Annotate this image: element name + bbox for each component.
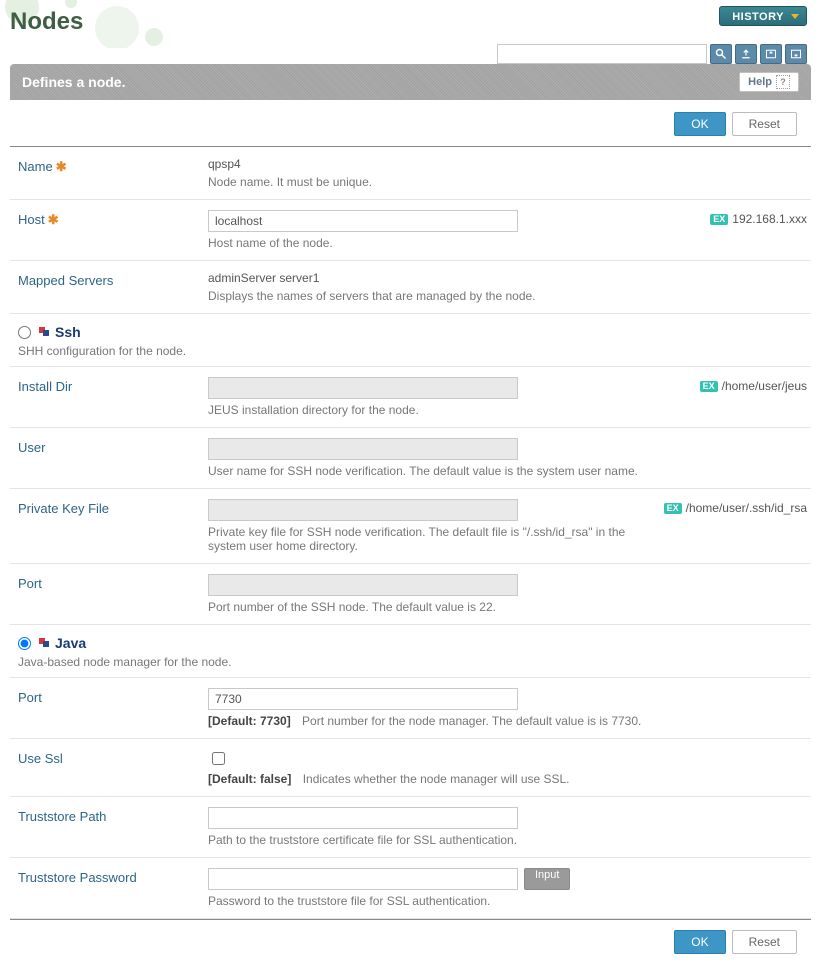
group-java: Java Java-based node manager for the nod… (10, 625, 811, 678)
ex-badge: EX (664, 503, 682, 514)
hint-host-text: 192.168.1.xxx (732, 212, 807, 226)
export-icon[interactable] (735, 44, 757, 64)
page-title: Nodes (10, 8, 83, 36)
row-host: Host✱ Host name of the node. EX 192.168.… (10, 200, 811, 261)
ok-button[interactable]: OK (674, 112, 725, 136)
desc-tspath: Path to the truststore certificate file … (208, 833, 807, 847)
action-row-bottom: OK Reset (10, 919, 811, 964)
label-user: User (18, 438, 208, 455)
desc-user: User name for SSH node verification. The… (208, 464, 807, 478)
ssh-fields: Install Dir JEUS installation directory … (10, 367, 811, 625)
tspwd-input-button[interactable]: Input (524, 868, 570, 890)
group-java-title: Java (55, 635, 86, 651)
help-button-label: Help (748, 76, 772, 88)
required-icon: ✱ (56, 159, 67, 174)
desc-name: Node name. It must be unique. (208, 175, 807, 189)
group-ssh-title: Ssh (55, 324, 81, 340)
row-usessl: Use Ssl [Default: false] Indicates wheth… (10, 739, 811, 797)
row-user: User User name for SSH node verification… (10, 428, 811, 489)
ex-badge: EX (710, 214, 728, 225)
label-mapped: Mapped Servers (18, 271, 208, 288)
search-icon[interactable] (710, 44, 732, 64)
label-usessl: Use Ssl (18, 749, 208, 766)
section-title-text: Defines a node. (22, 74, 125, 90)
javaport-default: [Default: 7730] (208, 714, 291, 728)
label-sshport: Port (18, 574, 208, 591)
usessl-default: [Default: false] (208, 772, 291, 786)
section-title-bar: Defines a node. Help (10, 64, 811, 100)
row-pkey: Private Key File Private key file for SS… (10, 489, 811, 564)
search-input[interactable] (497, 44, 707, 64)
label-installdir: Install Dir (18, 377, 208, 394)
ok-button-bottom[interactable]: OK (674, 930, 725, 954)
row-installdir: Install Dir JEUS installation directory … (10, 367, 811, 428)
desc-tspwd: Password to the truststore file for SSL … (208, 894, 807, 908)
desc-sshport: Port number of the SSH node. The default… (208, 600, 807, 614)
page-header: Nodes HISTORY (0, 0, 821, 60)
desc-pkey: Private key file for SSH node verificati… (208, 525, 656, 553)
ex-badge: EX (700, 381, 718, 392)
reset-button-bottom[interactable]: Reset (732, 930, 797, 954)
row-javaport: Port [Default: 7730] Port number for the… (10, 678, 811, 739)
javaport-input[interactable] (208, 688, 518, 710)
ssh-radio[interactable] (18, 326, 31, 339)
label-tspwd: Truststore Password (18, 868, 208, 885)
label-javaport: Port (18, 688, 208, 705)
hint-installdir-text: /home/user/jeus (722, 379, 807, 393)
xml-export-icon[interactable] (760, 44, 782, 64)
hint-pkey-text: /home/user/.ssh/id_rsa (686, 501, 807, 515)
label-pkey: Private Key File (18, 499, 208, 516)
action-row-top: OK Reset (10, 100, 811, 147)
group-flag-icon (39, 327, 49, 337)
group-flag-icon (39, 638, 49, 648)
tspath-input[interactable] (208, 807, 518, 829)
label-host: Host (18, 212, 45, 227)
row-sshport: Port Port number of the SSH node. The de… (10, 564, 811, 625)
desc-host: Host name of the node. (208, 236, 702, 250)
row-mapped: Mapped Servers adminServer server1 Displ… (10, 261, 811, 314)
basic-fields: Name✱ qpsp4 Node name. It must be unique… (10, 147, 811, 314)
row-name: Name✱ qpsp4 Node name. It must be unique… (10, 147, 811, 200)
group-java-desc: Java-based node manager for the node. (18, 655, 807, 669)
label-tspath: Truststore Path (18, 807, 208, 824)
sshport-input (208, 574, 518, 596)
installdir-input (208, 377, 518, 399)
java-radio[interactable] (18, 637, 31, 650)
desc-mapped: Displays the names of servers that are m… (208, 289, 807, 303)
history-button[interactable]: HISTORY (719, 6, 807, 26)
row-tspwd: Truststore Password Input Password to th… (10, 858, 811, 919)
host-input[interactable] (208, 210, 518, 232)
help-button[interactable]: Help (739, 72, 799, 92)
desc-usessl: Indicates whether the node manager will … (303, 772, 570, 786)
desc-installdir: JEUS installation directory for the node… (208, 403, 692, 417)
usessl-checkbox[interactable] (212, 752, 225, 765)
row-tspath: Truststore Path Path to the truststore c… (10, 797, 811, 858)
tspwd-input[interactable] (208, 868, 518, 890)
group-ssh: Ssh SHH configuration for the node. (10, 314, 811, 367)
desc-javaport: Port number for the node manager. The de… (302, 714, 641, 728)
value-mapped: adminServer server1 (208, 271, 807, 285)
value-name: qpsp4 (208, 157, 807, 171)
pkey-input (208, 499, 518, 521)
hint-installdir: EX /home/user/jeus (692, 377, 807, 393)
user-input (208, 438, 518, 460)
hint-pkey: EX /home/user/.ssh/id_rsa (656, 499, 807, 515)
xml-import-icon[interactable] (785, 44, 807, 64)
group-ssh-desc: SHH configuration for the node. (18, 344, 807, 358)
hint-host: EX 192.168.1.xxx (702, 210, 807, 226)
required-icon: ✱ (48, 212, 59, 227)
reset-button[interactable]: Reset (732, 112, 797, 136)
java-fields: Port [Default: 7730] Port number for the… (10, 678, 811, 919)
top-tools (497, 44, 807, 64)
label-name: Name (18, 159, 53, 174)
